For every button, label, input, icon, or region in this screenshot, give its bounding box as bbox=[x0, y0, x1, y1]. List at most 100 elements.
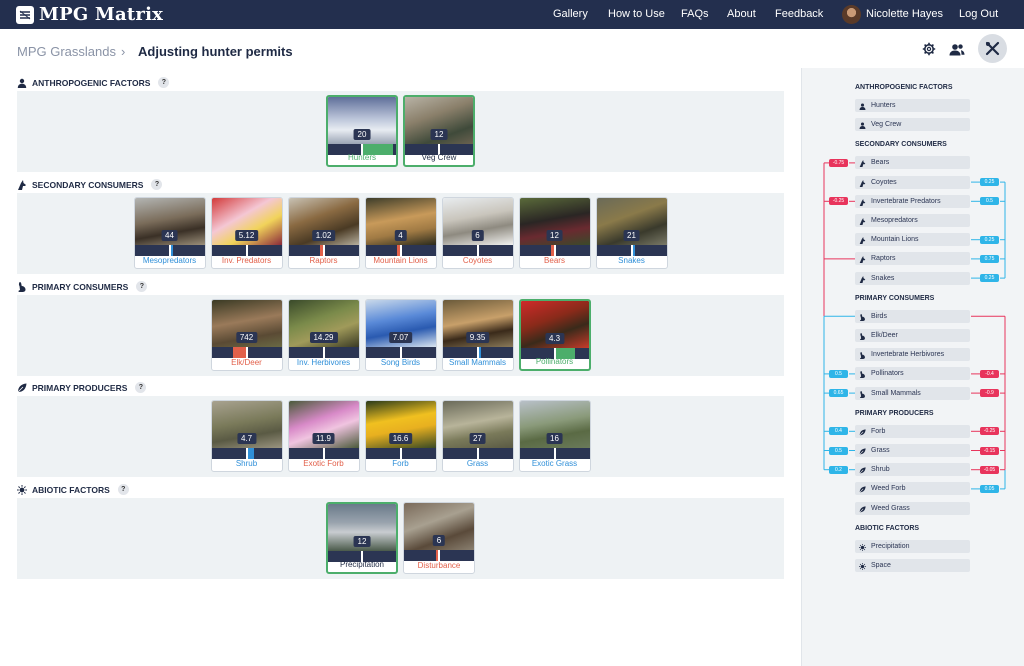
node-value: 21 bbox=[623, 230, 640, 241]
panel-item-veg-crew[interactable]: Veg Crew bbox=[855, 118, 970, 132]
person-icon bbox=[859, 121, 866, 130]
nav-feedback[interactable]: Feedback bbox=[775, 8, 823, 20]
left-weight-chip[interactable]: 0.5 bbox=[829, 369, 848, 378]
panel-item-raptors[interactable]: Raptors bbox=[855, 252, 970, 266]
avatar[interactable] bbox=[842, 5, 861, 24]
panel-item-bears[interactable]: Bears bbox=[855, 156, 970, 170]
right-weight-chip[interactable]: 0.25 bbox=[980, 235, 999, 244]
nav-faqs[interactable]: FAQs bbox=[681, 8, 709, 20]
right-weight-chip[interactable]: -0.9 bbox=[980, 389, 999, 398]
node-card-mesopredators[interactable]: 44 Mesopredators bbox=[133, 197, 206, 269]
nav-about[interactable]: About bbox=[727, 8, 756, 20]
node-label: Exotic Grass bbox=[531, 459, 578, 468]
panel-item-coyotes[interactable]: Coyotes bbox=[855, 175, 970, 189]
panel-item-forb[interactable]: Forb bbox=[855, 424, 970, 438]
node-card-forb[interactable]: 16.6 Forb bbox=[364, 400, 437, 472]
node-card-raptors[interactable]: 1.02 Raptors bbox=[287, 197, 360, 269]
help-icon[interactable]: ? bbox=[135, 382, 147, 393]
panel-item-label: Birds bbox=[871, 312, 887, 320]
panel-item-invertebrate-herbivores[interactable]: Invertebrate Herbivores bbox=[855, 348, 970, 362]
node-card-grass[interactable]: 27 Grass bbox=[441, 400, 514, 472]
wolf-icon bbox=[859, 255, 866, 264]
panel-item-invertebrate-predators[interactable]: Invertebrate Predators bbox=[855, 194, 970, 208]
left-weight-chip[interactable]: 0.5 bbox=[829, 446, 848, 455]
right-weight-chip[interactable]: -0.15 bbox=[980, 446, 999, 455]
help-icon[interactable]: ? bbox=[151, 179, 163, 190]
panel-item-space[interactable]: Space bbox=[855, 559, 970, 572]
panel-item-shrub[interactable]: Shrub bbox=[855, 463, 970, 477]
node-card-song-birds[interactable]: 7.07 Song Birds bbox=[364, 299, 437, 371]
panel-item-precipitation[interactable]: Precipitation bbox=[855, 539, 970, 553]
right-weight-chip[interactable]: 0.05 bbox=[980, 484, 999, 493]
tools-icon[interactable] bbox=[978, 34, 1007, 63]
panel-item-grass[interactable]: Grass bbox=[855, 444, 970, 457]
right-weight-chip[interactable]: 0.5 bbox=[980, 197, 999, 206]
left-weight-chip[interactable]: 0.4 bbox=[829, 427, 848, 436]
help-icon[interactable]: ? bbox=[158, 77, 170, 88]
right-weight-chip[interactable]: 0.25 bbox=[980, 274, 999, 283]
node-card-inv-predators[interactable]: 5.12 Inv. Predators bbox=[210, 197, 283, 269]
node-card-exotic-grass[interactable]: 16 Exotic Grass bbox=[518, 400, 591, 472]
section-title: PRIMARY CONSUMERS bbox=[32, 281, 129, 292]
node-card-hunters[interactable]: 20 Hunters bbox=[326, 95, 398, 167]
node-card-small-mammals[interactable]: 9.35 Small Mammals bbox=[441, 299, 514, 371]
panel-item-small-mammals[interactable]: Small Mammals bbox=[855, 386, 970, 400]
node-card-coyotes[interactable]: 6 Coyotes bbox=[441, 197, 514, 269]
node-label: Inv. Herbivores bbox=[296, 358, 351, 367]
node-card-disturbance[interactable]: 6 Disturbance bbox=[403, 502, 475, 574]
section-header-primary-consumers: PRIMARY CONSUMERS? bbox=[17, 281, 148, 292]
panel-item-snakes[interactable]: Snakes bbox=[855, 271, 970, 285]
right-weight-chip[interactable]: -0.25 bbox=[980, 427, 999, 436]
section-title: ABIOTIC FACTORS bbox=[32, 484, 110, 495]
node-value: 27 bbox=[469, 433, 486, 444]
gear-icon[interactable] bbox=[920, 40, 938, 58]
node-card-precipitation[interactable]: 12 Precipitation bbox=[326, 502, 398, 574]
panel-item-label: Pollinators bbox=[871, 370, 904, 378]
node-card-veg-crew[interactable]: 12 Veg Crew bbox=[403, 95, 475, 167]
right-weight-chip[interactable]: 0.75 bbox=[980, 254, 999, 263]
matrix-logo-icon bbox=[16, 5, 34, 24]
right-weight-chip[interactable]: 0.25 bbox=[980, 178, 999, 187]
nav-gallery[interactable]: Gallery bbox=[553, 8, 588, 20]
breadcrumb-parent[interactable]: MPG Grasslands bbox=[17, 44, 116, 59]
rabbit-icon bbox=[859, 370, 866, 379]
section-header-abiotic-factors: ABIOTIC FACTORS? bbox=[17, 484, 129, 495]
node-value: 742 bbox=[235, 332, 258, 343]
users-icon[interactable] bbox=[947, 40, 967, 58]
node-card-bears[interactable]: 12 Bears bbox=[518, 197, 591, 269]
panel-item-mountain-lions[interactable]: Mountain Lions bbox=[855, 233, 970, 247]
panel-item-pollinators[interactable]: Pollinators bbox=[855, 367, 970, 381]
node-card-exotic-forb[interactable]: 11.9 Exotic Forb bbox=[287, 400, 360, 472]
panel-item-elk-deer[interactable]: Elk/Deer bbox=[855, 329, 970, 342]
node-card-shrub[interactable]: 4.7 Shrub bbox=[210, 400, 283, 472]
help-icon[interactable]: ? bbox=[117, 484, 129, 495]
left-weight-chip[interactable]: -0.75 bbox=[829, 158, 848, 167]
node-value: 11.9 bbox=[312, 433, 335, 444]
panel-item-label: Forb bbox=[871, 427, 886, 435]
panel-item-hunters[interactable]: Hunters bbox=[855, 99, 970, 112]
panel-item-birds[interactable]: Birds bbox=[855, 309, 970, 323]
help-icon[interactable]: ? bbox=[136, 281, 148, 292]
node-card-snakes[interactable]: 21 Snakes bbox=[595, 197, 668, 269]
nav-how-to-use[interactable]: How to Use bbox=[608, 8, 665, 20]
left-weight-chip[interactable]: -0.25 bbox=[829, 197, 848, 206]
panel-item-weed-forb[interactable]: Weed Forb bbox=[855, 482, 970, 496]
left-weight-chip[interactable]: 0.2 bbox=[829, 465, 848, 474]
top-nav: MPG Matrix Gallery How to Use FAQs About… bbox=[0, 0, 1024, 29]
node-card-mountain-lions[interactable]: 4 Mountain Lions bbox=[364, 197, 437, 269]
right-weight-chip[interactable]: -0.05 bbox=[980, 465, 999, 474]
node-card-inv-herbivores[interactable]: 14.29 Inv. Herbivores bbox=[287, 299, 360, 371]
user-name[interactable]: Nicolette Hayes bbox=[866, 8, 943, 20]
left-weight-chip[interactable]: 0.65 bbox=[829, 389, 848, 398]
node-value: 16 bbox=[546, 433, 563, 444]
node-card-pollinators[interactable]: 4.3 Pollinators bbox=[518, 299, 591, 371]
node-card-elk-deer[interactable]: 742 Elk/Deer bbox=[210, 299, 283, 371]
wolf-icon bbox=[859, 179, 866, 187]
logout-link[interactable]: Log Out bbox=[959, 8, 998, 20]
panel-item-weed-grass[interactable]: Weed Grass bbox=[855, 501, 970, 515]
panel-item-mesopredators[interactable]: Mesopredators bbox=[855, 214, 970, 227]
node-value: 4.7 bbox=[236, 433, 257, 444]
right-weight-chip[interactable]: -0.4 bbox=[980, 369, 999, 378]
app-logo[interactable]: MPG Matrix bbox=[16, 4, 163, 25]
panel-item-label: Bears bbox=[871, 159, 890, 167]
